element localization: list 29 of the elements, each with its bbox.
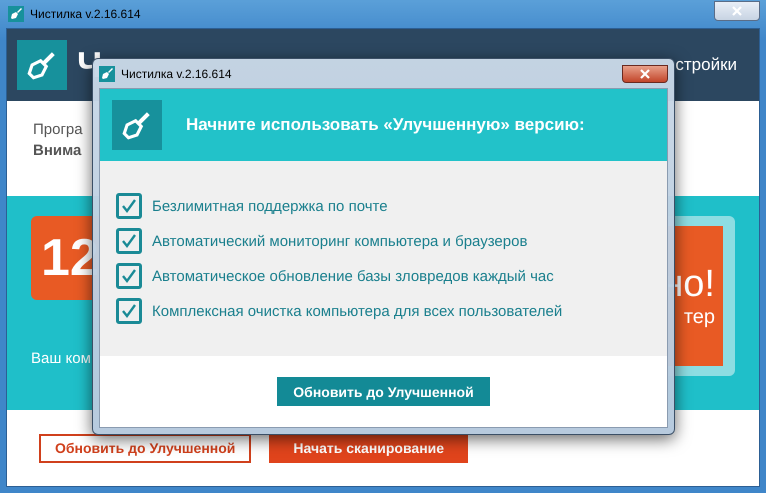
- upgrade-button[interactable]: Обновить до Улучшенной: [39, 434, 252, 462]
- close-icon: [640, 68, 650, 78]
- app-icon: [99, 66, 115, 82]
- warning-text: Внима: [33, 142, 82, 159]
- settings-link[interactable]: стройки: [675, 55, 749, 75]
- dialog-heading: Начните использовать «Улучшенную» версию:: [186, 115, 585, 135]
- upgrade-button[interactable]: Обновить до Улучшенной: [277, 377, 490, 406]
- dialog-close-button[interactable]: [622, 64, 668, 82]
- checkmark-icon: [121, 269, 137, 283]
- app-icon: [8, 6, 24, 22]
- close-button[interactable]: [714, 1, 760, 21]
- feature-label: Автоматическое обновление базы зловредов каждый час: [152, 268, 554, 284]
- status-text: Ваш ком: [31, 350, 92, 367]
- scan-button[interactable]: Начать сканирование: [269, 434, 468, 462]
- checkbox[interactable]: [116, 193, 142, 219]
- dialog-title: Чистилка v.2.16.614: [121, 66, 232, 80]
- checkbox[interactable]: [116, 228, 142, 254]
- feature-label: Безлимитная поддержка по почте: [152, 198, 388, 214]
- close-icon: [732, 6, 742, 16]
- notice-text: Програ: [33, 121, 83, 138]
- checkbox[interactable]: [116, 263, 142, 289]
- feature-label: Автоматический мониторинг компьютера и браузеров: [152, 232, 528, 250]
- window-title: Чистилка v.2.16.614: [30, 7, 141, 21]
- promo-subtitle: тер: [684, 306, 715, 329]
- checkbox[interactable]: [116, 298, 142, 324]
- checkmark-icon: [121, 304, 137, 318]
- checkmark-icon: [121, 234, 137, 248]
- feature-label: Комплексная очистка компьютера для всех пользователей: [152, 302, 562, 320]
- checkmark-icon: [121, 199, 137, 213]
